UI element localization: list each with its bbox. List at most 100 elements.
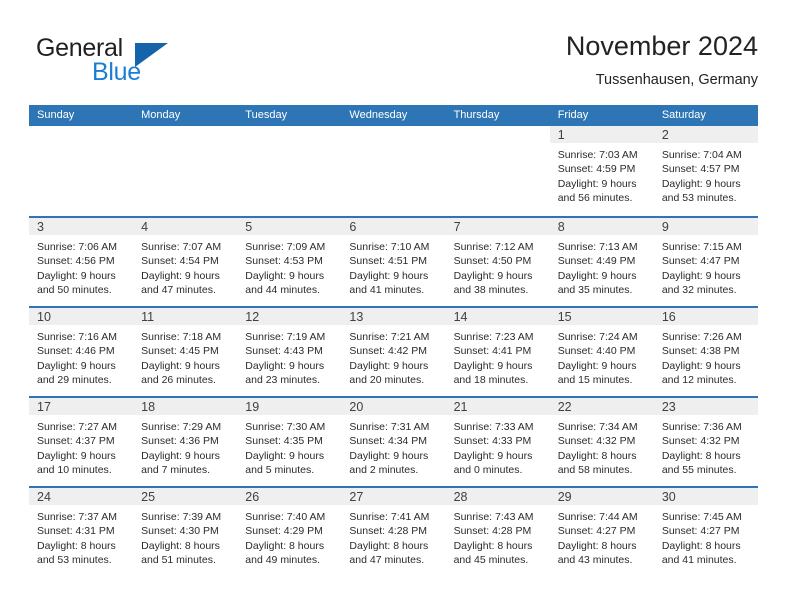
daylight-text-line2: and 29 minutes.	[37, 373, 112, 386]
day-details: Sunrise: 7:06 AM Sunset: 4:56 PM Daylight:…	[29, 235, 133, 297]
day-details: Sunrise: 7:37 AM Sunset: 4:31 PM Daylight:…	[29, 505, 133, 567]
calendar-day-cell[interactable]: 28 Sunrise: 7:43 AM Sunset: 4:28 PM Dayligh…	[445, 488, 550, 576]
day-details: Sunrise: 7:03 AM Sunset: 4:59 PM Daylight:…	[550, 143, 654, 205]
weekday-header-friday: Friday	[557, 109, 589, 121]
day-number-band: 13	[341, 308, 446, 325]
calendar-week-row: 24 Sunrise: 7:37 AM Sunset: 4:31 PM Dayligh…	[29, 486, 758, 576]
daylight-text-line2: and 47 minutes.	[141, 283, 216, 296]
day-number: 8	[557, 220, 565, 234]
sunrise-text: Sunrise: 7:43 AM	[453, 511, 534, 523]
day-details: Sunrise: 7:24 AM Sunset: 4:40 PM Daylight:…	[550, 325, 654, 387]
calendar-day-cell[interactable]: 9 Sunrise: 7:15 AM Sunset: 4:47 PM Daylight…	[653, 218, 758, 306]
calendar-day-cell[interactable]: 18 Sunrise: 7:29 AM Sunset: 4:36 PM Dayligh…	[133, 398, 238, 486]
daylight-text-line2: and 7 minutes.	[141, 463, 211, 476]
day-number-band: 26	[237, 488, 342, 505]
calendar-day-cell[interactable]: 10 Sunrise: 7:16 AM Sunset: 4:46 PM Dayligh…	[29, 308, 134, 396]
day-number: 10	[37, 310, 51, 324]
weekday-header-wednesday: Wednesday	[349, 109, 408, 121]
daylight-text-line2: and 12 minutes.	[661, 373, 737, 386]
calendar-day-cell[interactable]: 2 Sunrise: 7:04 AM Sunset: 4:57 PM Daylight…	[653, 126, 758, 216]
day-number: 7	[453, 220, 461, 234]
daylight-text-line1: Daylight: 8 hours	[349, 539, 429, 552]
calendar-day-cell[interactable]: 21 Sunrise: 7:33 AM Sunset: 4:33 PM Dayligh…	[445, 398, 550, 486]
daylight-text-line2: and 35 minutes.	[557, 283, 633, 296]
sunset-text: Sunset: 4:32 PM	[557, 435, 636, 448]
calendar-day-cell[interactable]: 24 Sunrise: 7:37 AM Sunset: 4:31 PM Dayligh…	[29, 488, 134, 576]
daylight-text-line2: and 44 minutes.	[245, 283, 320, 296]
sunrise-text: Sunrise: 7:09 AM	[245, 241, 326, 253]
calendar-grid: Sunday Monday Tuesday Wednesday Thursday…	[29, 105, 758, 576]
calendar-day-cell[interactable]: 15 Sunrise: 7:24 AM Sunset: 4:40 PM Dayligh…	[549, 308, 654, 396]
sunset-text: Sunset: 4:40 PM	[557, 345, 636, 358]
sunset-text: Sunset: 4:27 PM	[557, 525, 636, 538]
sunrise-text: Sunrise: 7:31 AM	[349, 421, 430, 433]
calendar-day-cell[interactable]: 12 Sunrise: 7:19 AM Sunset: 4:43 PM Dayligh…	[237, 308, 342, 396]
day-number: 30	[661, 490, 676, 504]
day-number: 1	[557, 128, 565, 142]
daylight-text-line1: Daylight: 9 hours	[141, 269, 220, 282]
calendar-day-cell[interactable]: 29 Sunrise: 7:44 AM Sunset: 4:27 PM Dayligh…	[549, 488, 654, 576]
daylight-text-line2: and 41 minutes.	[661, 553, 737, 566]
calendar-day-cell[interactable]: 22 Sunrise: 7:34 AM Sunset: 4:32 PM Dayligh…	[549, 398, 654, 486]
calendar-day-cell[interactable]: 6 Sunrise: 7:10 AM Sunset: 4:51 PM Daylight…	[341, 218, 446, 306]
day-number-band	[445, 126, 550, 143]
daylight-text-line1: Daylight: 8 hours	[141, 539, 220, 552]
sunrise-text: Sunrise: 7:07 AM	[141, 241, 222, 253]
daylight-text-line1: Daylight: 9 hours	[37, 359, 116, 372]
calendar-day-cell[interactable]: 5 Sunrise: 7:09 AM Sunset: 4:53 PM Daylight…	[237, 218, 342, 306]
day-number-band: 10	[29, 308, 134, 325]
day-number-band: 28	[445, 488, 550, 505]
title-block: November 2024 Tussenhausen, Germany	[566, 30, 758, 90]
calendar-day-cell[interactable]: 13 Sunrise: 7:21 AM Sunset: 4:42 PM Dayligh…	[341, 308, 446, 396]
sunset-text: Sunset: 4:43 PM	[245, 345, 323, 358]
calendar-week-row: 10 Sunrise: 7:16 AM Sunset: 4:46 PM Dayligh…	[29, 306, 758, 396]
calendar-day-cell[interactable]: 26 Sunrise: 7:40 AM Sunset: 4:29 PM Dayligh…	[237, 488, 342, 576]
calendar-day-cell[interactable]: 14 Sunrise: 7:23 AM Sunset: 4:41 PM Dayligh…	[445, 308, 550, 396]
sunrise-text: Sunrise: 7:26 AM	[661, 331, 742, 343]
daylight-text-line1: Daylight: 9 hours	[661, 269, 741, 282]
sunrise-text: Sunrise: 7:19 AM	[245, 331, 326, 343]
daylight-text-line2: and 45 minutes.	[453, 553, 529, 566]
page-header: General Blue November 2024 Tussenhausen,…	[0, 0, 792, 100]
sunrise-text: Sunrise: 7:04 AM	[661, 149, 742, 161]
calendar-day-cell[interactable]: 1 Sunrise: 7:03 AM Sunset: 4:59 PM Daylight…	[549, 126, 654, 216]
day-number-band: 25	[133, 488, 238, 505]
calendar-day-cell[interactable]: 17 Sunrise: 7:27 AM Sunset: 4:37 PM Dayligh…	[29, 398, 134, 486]
calendar-day-cell[interactable]: 16 Sunrise: 7:26 AM Sunset: 4:38 PM Dayligh…	[653, 308, 758, 396]
calendar-day-cell[interactable]: 25 Sunrise: 7:39 AM Sunset: 4:30 PM Dayligh…	[133, 488, 238, 576]
day-number-band: 11	[133, 308, 238, 325]
day-number: 16	[661, 310, 676, 324]
day-number-band: 15	[549, 308, 654, 325]
weekday-header-sunday: Sunday	[37, 109, 75, 121]
day-number-band: 2	[653, 126, 758, 143]
day-number: 28	[453, 490, 468, 504]
calendar-weeks: 1 Sunrise: 7:03 AM Sunset: 4:59 PM Daylight…	[29, 126, 758, 576]
calendar-day-cell[interactable]: 23 Sunrise: 7:36 AM Sunset: 4:32 PM Dayligh…	[653, 398, 758, 486]
calendar-day-cell[interactable]: 19 Sunrise: 7:30 AM Sunset: 4:35 PM Dayligh…	[237, 398, 342, 486]
calendar-day-cell[interactable]: 7 Sunrise: 7:12 AM Sunset: 4:50 PM Daylight…	[445, 218, 550, 306]
day-details: Sunrise: 7:13 AM Sunset: 4:49 PM Daylight:…	[550, 235, 654, 297]
day-details: Sunrise: 7:16 AM Sunset: 4:46 PM Daylight:…	[29, 325, 133, 387]
day-details: Sunrise: 7:33 AM Sunset: 4:33 PM Daylight:…	[446, 415, 550, 477]
calendar-day-cell[interactable]: 20 Sunrise: 7:31 AM Sunset: 4:34 PM Dayligh…	[341, 398, 446, 486]
calendar-day-cell[interactable]: 4 Sunrise: 7:07 AM Sunset: 4:54 PM Daylight…	[133, 218, 238, 306]
sunset-text: Sunset: 4:35 PM	[245, 435, 323, 448]
calendar-day-cell[interactable]: 8 Sunrise: 7:13 AM Sunset: 4:49 PM Daylight…	[549, 218, 654, 306]
daylight-text-line1: Daylight: 9 hours	[141, 359, 220, 372]
sunset-text: Sunset: 4:28 PM	[453, 525, 532, 538]
generalblue-logo[interactable]: General Blue	[36, 36, 216, 90]
daylight-text-line2: and 2 minutes.	[349, 463, 419, 476]
daylight-text-line2: and 58 minutes.	[557, 463, 633, 476]
calendar-day-cell[interactable]: 27 Sunrise: 7:41 AM Sunset: 4:28 PM Dayligh…	[341, 488, 446, 576]
sunset-text: Sunset: 4:53 PM	[245, 255, 323, 268]
calendar-day-cell[interactable]: 11 Sunrise: 7:18 AM Sunset: 4:45 PM Dayligh…	[133, 308, 238, 396]
day-number: 14	[453, 310, 468, 324]
sunset-text: Sunset: 4:46 PM	[37, 345, 115, 358]
day-number: 26	[245, 490, 260, 504]
calendar-day-cell[interactable]: 30 Sunrise: 7:45 AM Sunset: 4:27 PM Dayligh…	[653, 488, 758, 576]
calendar-day-cell[interactable]: 3 Sunrise: 7:06 AM Sunset: 4:56 PM Daylight…	[29, 218, 134, 306]
day-number-band: 5	[237, 218, 342, 235]
sunset-text: Sunset: 4:34 PM	[349, 435, 428, 448]
daylight-text-line2: and 47 minutes.	[349, 553, 425, 566]
daylight-text-line1: Daylight: 9 hours	[349, 359, 429, 372]
